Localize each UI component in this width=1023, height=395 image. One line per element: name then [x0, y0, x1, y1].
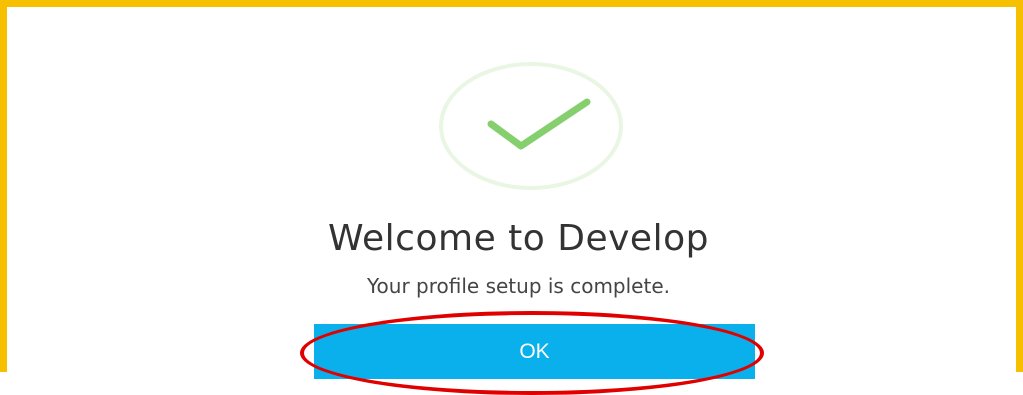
dialog-subtitle: Your profile setup is complete. — [367, 274, 670, 298]
dialog-frame: Welcome to Develop Your profile setup is… — [0, 0, 1023, 395]
checkmark-icon — [487, 98, 591, 150]
ok-button[interactable]: OK — [314, 324, 755, 379]
success-indicator — [439, 62, 623, 190]
dialog-title: Welcome to Develop — [328, 218, 709, 259]
